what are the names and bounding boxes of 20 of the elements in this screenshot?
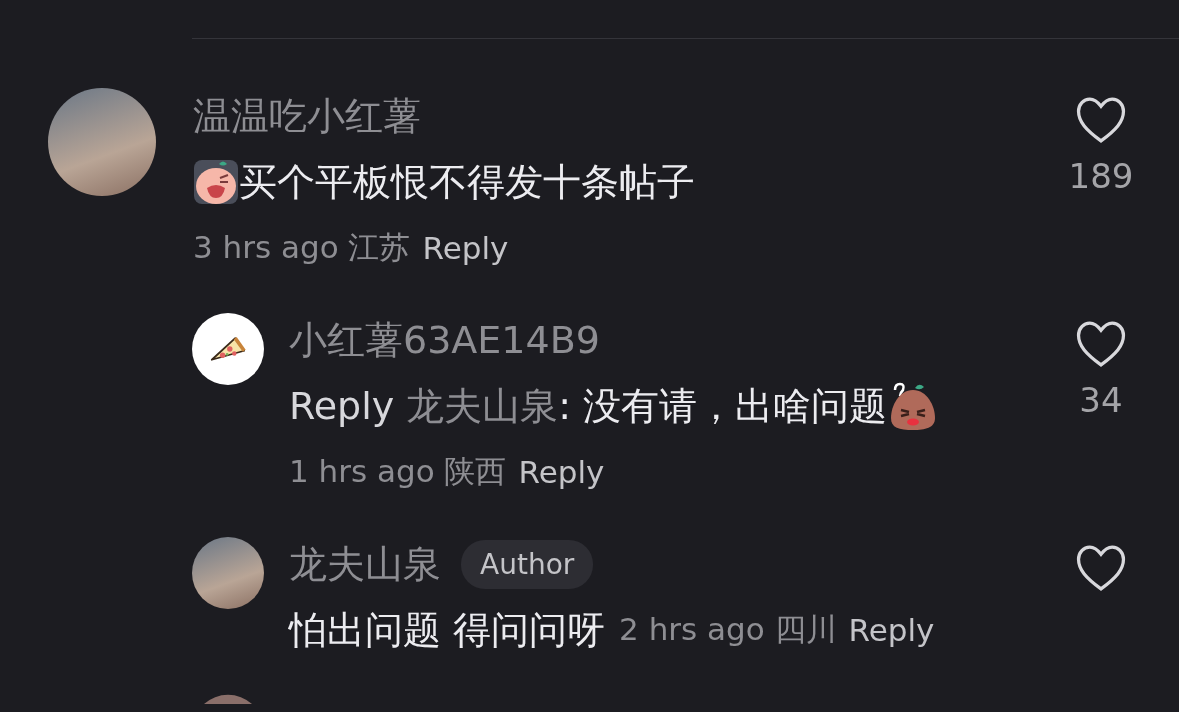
reply-link[interactable]: Reply xyxy=(422,230,509,266)
username[interactable]: 小红薯63AE14B9 xyxy=(289,314,600,366)
like-count: 34 xyxy=(1079,380,1123,420)
comment-meta: 3 hrs ago 江苏 xyxy=(193,228,411,267)
heart-icon[interactable] xyxy=(1075,96,1127,144)
like-count: 189 xyxy=(1068,156,1134,196)
comment-text: 买个平板恨不得发十条帖子 xyxy=(193,156,695,208)
username[interactable]: 温温吃小红薯 xyxy=(193,90,421,142)
pizza-slice-icon xyxy=(210,336,246,362)
author-badge: Author xyxy=(461,539,594,589)
comment-text: Reply 龙夫山泉: 没有请，出啥问题 xyxy=(289,380,940,432)
heart-icon[interactable] xyxy=(1075,320,1127,368)
reply-link[interactable]: Reply xyxy=(848,612,935,648)
crying-face-emoji-icon xyxy=(193,158,239,206)
comment-meta: 2 hrs ago 四川 xyxy=(619,610,837,649)
username[interactable]: 龙夫山泉 xyxy=(289,538,441,590)
reply-link[interactable]: Reply xyxy=(518,454,605,490)
comment-text: 怕出问题 得问问呀 xyxy=(289,606,606,654)
heart-icon[interactable] xyxy=(1075,544,1127,592)
comment-meta: 1 hrs ago 陕西 xyxy=(289,452,507,491)
